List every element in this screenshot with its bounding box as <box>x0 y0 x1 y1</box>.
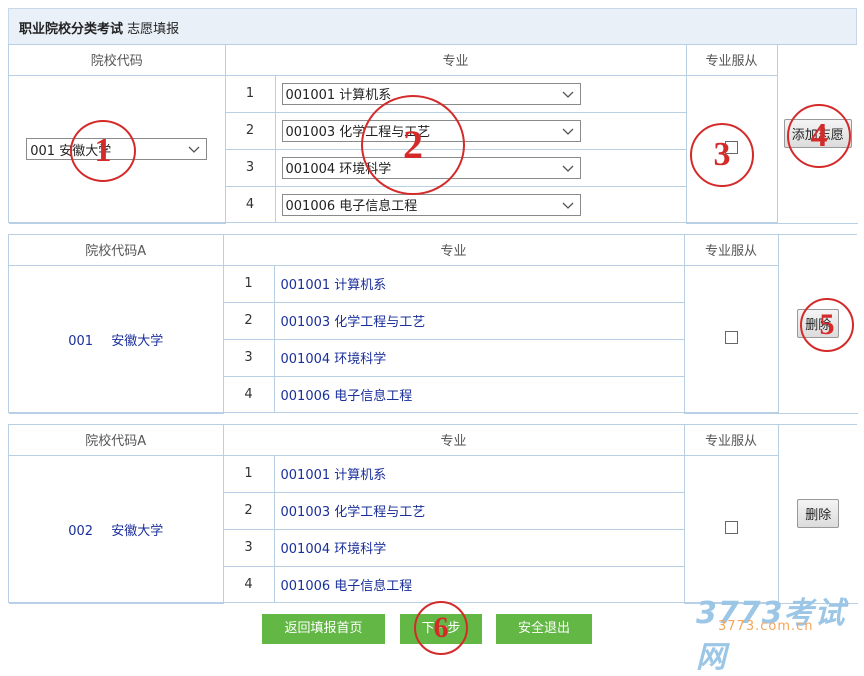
col-header-major: 专业 <box>222 425 685 456</box>
major-index: 3 <box>223 528 275 567</box>
page-header: 职业院校分类考试 志愿填报 <box>8 8 857 45</box>
col-header-school-code: 院校代码A <box>9 425 224 456</box>
action-cell: 删除 <box>777 425 859 604</box>
major-select-cell: 001003 化学工程与工艺 <box>274 111 687 150</box>
major-link: 001003 化学工程与工艺 <box>280 505 426 520</box>
school-select-value: 001 安徽大学 <box>30 143 112 159</box>
major-select-cell: 001001 计算机系 <box>274 74 687 113</box>
major-index: 4 <box>223 375 275 413</box>
school-cell: 002 安徽大学 <box>9 454 224 604</box>
major-link: 001001 计算机系 <box>280 278 387 293</box>
add-application-button[interactable]: 添加志愿 <box>783 119 852 149</box>
major-name: 001004 环境科学 <box>273 528 685 567</box>
major-index: 3 <box>223 338 275 377</box>
obey-checkbox[interactable] <box>724 520 738 534</box>
school-cell: 001 安徽大学 <box>9 264 224 414</box>
delete-button[interactable]: 删除 <box>797 499 840 529</box>
major-name: 001003 化学工程与工艺 <box>273 301 685 340</box>
chevron-down-icon <box>562 91 573 98</box>
major-index: 2 <box>225 111 276 150</box>
next-step-button[interactable]: 下一步 <box>400 614 482 644</box>
major-name: 001001 计算机系 <box>273 264 685 303</box>
major-select-4[interactable]: 001006 电子信息工程 <box>281 193 581 216</box>
col-header-major: 专业 <box>224 45 687 76</box>
chevron-down-icon <box>562 165 573 172</box>
major-select-value: 001003 化学工程与工艺 <box>285 125 431 140</box>
school-code: 001 <box>68 333 94 349</box>
school-select[interactable]: 001 安徽大学 <box>26 138 208 160</box>
col-header-obey: 专业服从 <box>685 45 778 76</box>
major-select-cell: 001006 电子信息工程 <box>274 185 687 223</box>
action-cell: 删除 <box>777 235 859 414</box>
major-index: 2 <box>223 491 275 530</box>
school-code: 002 <box>68 523 94 539</box>
major-select-2[interactable]: 001003 化学工程与工艺 <box>281 119 581 142</box>
major-link: 001006 电子信息工程 <box>280 389 413 405</box>
major-index: 1 <box>222 454 275 493</box>
logout-button[interactable]: 安全退出 <box>496 614 592 644</box>
obey-cell <box>683 264 779 414</box>
application-entry: 院校代码A 专业 专业服从 删除 002 安徽大学 1 001001 计算机系 … <box>8 424 859 604</box>
school-cell: 001 安徽大学 <box>9 74 226 224</box>
major-name: 001006 电子信息工程 <box>273 375 685 413</box>
chevron-down-icon <box>562 202 573 209</box>
major-name: 001006 电子信息工程 <box>273 565 685 603</box>
major-index: 1 <box>224 74 276 113</box>
col-header-obey: 专业服从 <box>683 425 779 456</box>
header-title-bold: 职业院校分类考试 <box>19 22 124 37</box>
major-select-3[interactable]: 001004 环境科学 <box>281 156 581 179</box>
major-link: 001003 化学工程与工艺 <box>280 315 426 330</box>
col-header-school-code: 院校代码 <box>9 45 226 76</box>
action-cell: 添加志愿 <box>776 45 859 224</box>
major-index: 4 <box>225 185 276 223</box>
application-form: 院校代码 专业 专业服从 添加志愿 001 安徽大学 1 001001 计算机系 <box>8 44 859 224</box>
delete-button[interactable]: 删除 <box>797 309 840 339</box>
major-select-1[interactable]: 001001 计算机系 <box>281 82 581 105</box>
major-name: 001003 化学工程与工艺 <box>273 491 685 530</box>
watermark-url: 3773.com.cn <box>718 619 814 634</box>
col-header-major: 专业 <box>222 235 685 266</box>
major-link: 001004 环境科学 <box>280 542 387 557</box>
major-name: 001004 环境科学 <box>273 338 685 377</box>
major-select-cell: 001004 环境科学 <box>274 148 687 187</box>
major-select-value: 001004 环境科学 <box>285 162 392 177</box>
chevron-down-icon <box>188 146 200 153</box>
major-link: 001006 电子信息工程 <box>280 579 413 595</box>
major-link: 001001 计算机系 <box>280 468 387 483</box>
major-select-value: 001001 计算机系 <box>285 88 392 103</box>
school-name: 安徽大学 <box>111 333 164 349</box>
school-name: 安徽大学 <box>111 523 164 539</box>
obey-checkbox[interactable] <box>724 330 738 344</box>
col-header-obey: 专业服从 <box>683 235 779 266</box>
chevron-down-icon <box>562 128 573 135</box>
obey-cell <box>683 454 779 604</box>
major-select-value: 001006 电子信息工程 <box>285 199 418 215</box>
obey-checkbox[interactable] <box>725 140 739 154</box>
application-entry: 院校代码A 专业 专业服从 删除 001 安徽大学 1 001001 计算机系 … <box>8 234 859 414</box>
major-link: 001004 环境科学 <box>280 352 387 367</box>
major-index: 3 <box>225 148 276 187</box>
major-name: 001001 计算机系 <box>273 454 685 493</box>
header-title-rest: 志愿填报 <box>123 22 180 37</box>
col-header-school-code: 院校代码A <box>9 235 224 266</box>
obey-cell <box>685 74 778 224</box>
major-index: 1 <box>222 264 275 303</box>
back-to-home-button[interactable]: 返回填报首页 <box>262 614 385 644</box>
major-index: 4 <box>223 565 275 603</box>
major-index: 2 <box>223 301 275 340</box>
